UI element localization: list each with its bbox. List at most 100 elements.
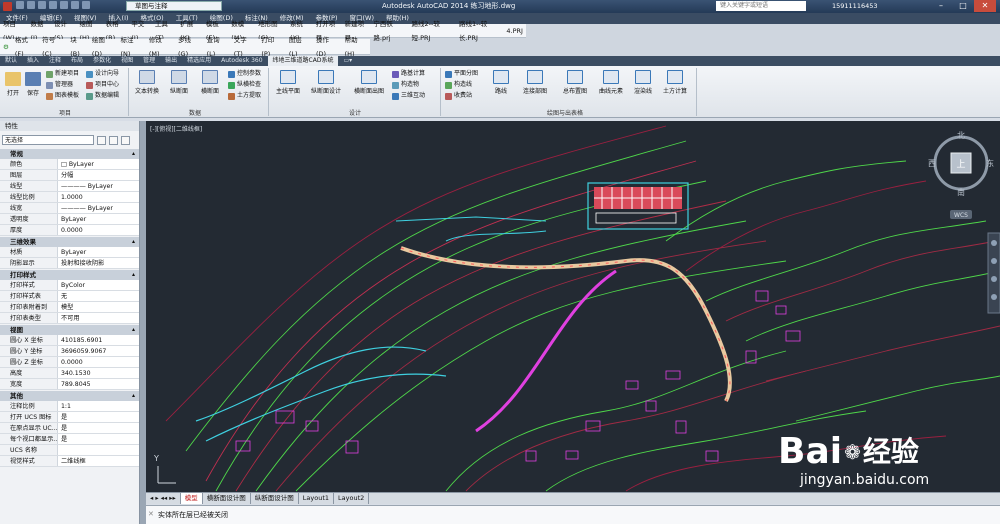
property-row[interactable]: 宽度 789.8045 xyxy=(0,379,139,390)
mainline-plan-button[interactable]: 主线平面 xyxy=(273,70,303,95)
property-value[interactable]: ByColor xyxy=(58,280,139,290)
new-icon[interactable] xyxy=(16,1,24,9)
property-row[interactable]: UCS 名称 xyxy=(0,445,139,456)
undo-icon[interactable] xyxy=(71,1,79,9)
property-row[interactable]: 圆心 Z 坐标 0.0000 xyxy=(0,357,139,368)
viewcube-top-face[interactable]: 上 xyxy=(956,159,965,170)
tab-hintcad[interactable]: 纬地三维道路CAD系统 xyxy=(267,56,339,66)
property-value[interactable]: 分幅 xyxy=(58,170,139,180)
property-row[interactable]: 线型 ———— ByLayer xyxy=(0,181,139,192)
text-convert-button[interactable]: 文本转换 xyxy=(133,70,161,95)
earthwork-calc-button[interactable]: 土方计算 xyxy=(660,70,690,95)
viewport-controls-label[interactable]: [-][俯视][二维线框] xyxy=(150,124,202,133)
property-row[interactable]: 在原点显示 UC... 是 xyxy=(0,423,139,434)
tab-cross-section-drawing[interactable]: 横断面设计图 xyxy=(203,493,251,504)
3d-interact-button[interactable]: 三维互动 xyxy=(392,92,425,100)
ribbon-minimize-icon[interactable]: ▭▾ xyxy=(338,56,357,66)
junction-button[interactable]: 连接部图 xyxy=(520,70,550,95)
tab-layout[interactable]: 布局 xyxy=(66,56,88,66)
property-row[interactable]: 打开 UCS 图标是 xyxy=(0,412,139,423)
property-value[interactable]: ByLayer xyxy=(58,247,139,257)
property-value[interactable]: 是 xyxy=(58,434,139,444)
command-line[interactable]: ✕ 实体所在层已经被关闭 xyxy=(146,505,1000,524)
property-row[interactable]: 线型比例 1.0000 xyxy=(0,192,139,203)
navigation-bar[interactable] xyxy=(987,232,1000,314)
property-row[interactable]: 颜色 □ ByLayer xyxy=(0,159,139,170)
property-row[interactable]: 线宽 ———— ByLayer xyxy=(0,203,139,214)
property-row[interactable]: 图层 分幅 xyxy=(0,170,139,181)
command-close-icon[interactable]: ✕ xyxy=(148,510,154,518)
quick-select-icon[interactable] xyxy=(121,135,130,145)
autocad-logo-icon[interactable] xyxy=(3,2,12,11)
property-value[interactable]: 340.1530 xyxy=(58,368,139,378)
profile-design-button[interactable]: 纵断面设计 xyxy=(308,70,344,95)
property-row[interactable]: 打印表类型 不可用 xyxy=(0,313,139,324)
construction-line-button[interactable]: 构造线 xyxy=(445,81,472,89)
compass-west[interactable]: 西 xyxy=(928,159,936,168)
property-section-header[interactable]: 其他 xyxy=(0,391,139,401)
subgrade-calc-button[interactable]: 路基计算 xyxy=(392,70,425,78)
property-value[interactable]: 投射和接收阴影 xyxy=(58,258,139,268)
plan-split-button[interactable]: 平面分图 xyxy=(445,70,478,78)
saveas-icon[interactable] xyxy=(49,1,57,9)
control-params-button[interactable]: 控制参数 xyxy=(228,70,261,78)
property-section-header[interactable]: 常规 xyxy=(0,149,139,159)
property-value[interactable]: 0.0000 xyxy=(58,357,139,367)
tab-manage[interactable]: 管理 xyxy=(138,56,160,66)
property-value[interactable]: 1:1 xyxy=(58,401,139,411)
property-value[interactable]: 二维线框 xyxy=(58,456,139,466)
toggle-pickadd-icon[interactable] xyxy=(97,135,106,145)
tab-nav-icon[interactable]: ◂ ▸ ◂◂ ▸▸ xyxy=(146,493,181,504)
structure-button[interactable]: 构造物 xyxy=(392,81,419,89)
tab-default[interactable]: 默认 xyxy=(0,56,22,66)
data-edit-button[interactable]: 数据编辑 xyxy=(86,92,119,100)
property-value[interactable]: 不可用 xyxy=(58,313,139,323)
manager-button[interactable]: 管理器 xyxy=(46,81,73,89)
tab-insert[interactable]: 插入 xyxy=(22,56,44,66)
compass-north[interactable]: 北 xyxy=(957,131,965,140)
tab-layout1[interactable]: Layout1 xyxy=(299,493,335,504)
tab-profile-drawing[interactable]: 纵断面设计图 xyxy=(251,493,299,504)
cust-item-recent-4[interactable]: 4.PRJ xyxy=(503,24,526,38)
wcs-menu[interactable]: WCS xyxy=(954,212,968,219)
select-objects-icon[interactable] xyxy=(109,135,118,145)
property-row[interactable]: 视觉样式 二维线框 xyxy=(0,456,139,467)
property-value[interactable]: 是 xyxy=(58,412,139,422)
tab-annotate[interactable]: 注释 xyxy=(44,56,66,66)
property-row[interactable]: 圆心 X 坐标 410185.6901 xyxy=(0,335,139,346)
property-row[interactable]: 打印表附着到 模型 xyxy=(0,302,139,313)
save-icon[interactable] xyxy=(38,1,46,9)
property-value[interactable]: 3696059.9067 xyxy=(58,346,139,356)
workspace-dropdown[interactable]: 草图与注释 xyxy=(126,1,222,11)
property-row[interactable]: 厚度 0.0000 xyxy=(0,225,139,236)
open-icon[interactable] xyxy=(27,1,35,9)
property-value[interactable]: 模型 xyxy=(58,302,139,312)
property-value[interactable]: 789.8045 xyxy=(58,379,139,389)
property-row[interactable]: 每个视口都显示... 是 xyxy=(0,434,139,445)
cross-section-button[interactable]: 横断面 xyxy=(197,70,223,95)
property-row[interactable]: 打印样式 ByColor xyxy=(0,280,139,291)
property-value[interactable]: ———— ByLayer xyxy=(58,181,139,191)
compass-east[interactable]: 东 xyxy=(986,158,994,168)
maximize-icon[interactable]: □ xyxy=(952,0,974,12)
open-button[interactable]: 打开 xyxy=(4,72,22,97)
property-value[interactable]: ———— ByLayer xyxy=(58,203,139,213)
property-value[interactable]: 是 xyxy=(58,423,139,433)
property-row[interactable]: 高度 340.1530 xyxy=(0,368,139,379)
print-icon[interactable] xyxy=(60,1,68,9)
cust-item-recent-2[interactable]: 路线2--较短.PRJ xyxy=(409,17,456,45)
redo-icon[interactable] xyxy=(82,1,90,9)
render-line-button[interactable]: 渲染线 xyxy=(628,70,658,95)
property-value[interactable]: 1.0000 xyxy=(58,192,139,202)
close-icon[interactable]: ✕ xyxy=(974,0,996,12)
property-section-header[interactable]: 三维效果 xyxy=(0,237,139,247)
property-value[interactable] xyxy=(58,445,139,455)
user-account[interactable]: 15911116453 xyxy=(832,1,878,12)
viewcube[interactable]: 北 南 东 西 上 WCS xyxy=(928,130,994,225)
tab-output[interactable]: 输出 xyxy=(160,56,182,66)
minimize-icon[interactable]: – xyxy=(930,0,952,12)
property-row[interactable]: 透明度 ByLayer xyxy=(0,214,139,225)
property-value[interactable]: 410185.6901 xyxy=(58,335,139,345)
property-row[interactable]: 打印样式表无 xyxy=(0,291,139,302)
section-output-button[interactable]: 横断面出图 xyxy=(350,70,388,95)
